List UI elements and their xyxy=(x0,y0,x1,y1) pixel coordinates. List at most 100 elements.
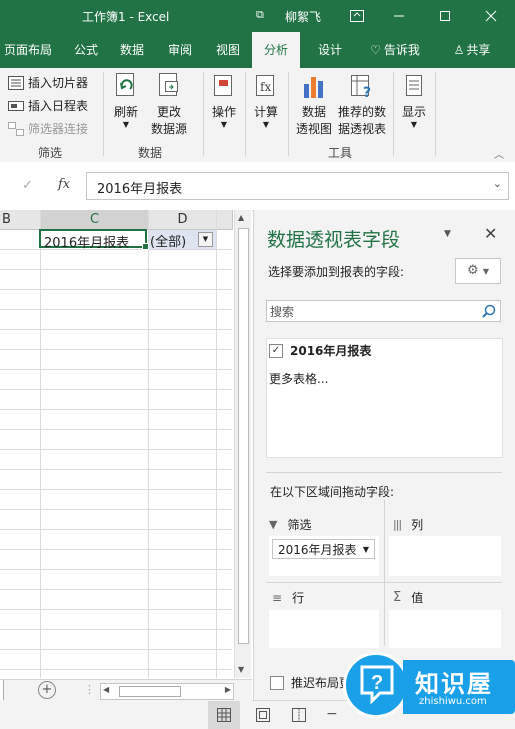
column-header-e[interactable] xyxy=(217,210,233,230)
change-data-source-button[interactable]: 更改 数据源 xyxy=(146,72,192,137)
worksheet[interactable]: B C D 2016年月报表 (全部) ▼ ▲ ▼ xyxy=(0,210,252,678)
cell-d1[interactable]: (全部) ▼ xyxy=(149,230,216,250)
pane-options-chevron-icon[interactable]: ▼ xyxy=(444,229,451,239)
insert-slicer-button[interactable]: 插入切片器 xyxy=(8,74,88,91)
pivotchart-label-2: 透视图 xyxy=(295,122,332,136)
cell-c1[interactable]: 2016年月报表 xyxy=(39,229,149,251)
title-bar: 工作簿1 - Excel ⧉ 柳絮飞 xyxy=(0,0,515,32)
rows-area-header: ≡ 行 xyxy=(272,589,304,606)
maximize-button[interactable] xyxy=(424,0,466,32)
tab-data[interactable]: 数据 xyxy=(112,32,152,68)
tab-review[interactable]: 审阅 xyxy=(158,32,202,68)
sheet-row[interactable] xyxy=(0,609,232,630)
sheet-row[interactable] xyxy=(0,269,232,290)
sheet-row[interactable] xyxy=(0,389,232,410)
tab-design[interactable]: 设计 xyxy=(308,32,352,68)
sheet-row[interactable] xyxy=(0,349,232,370)
sheet-row[interactable] xyxy=(0,489,232,510)
field-item[interactable]: ✓ 2016年月报表 xyxy=(269,342,371,359)
sheet-row[interactable] xyxy=(0,289,232,310)
zoom-out-icon[interactable]: − xyxy=(326,706,338,722)
columns-drop-zone[interactable] xyxy=(389,536,501,576)
filters-drop-zone[interactable]: 2016年月报表 ▼ xyxy=(269,536,379,576)
tools-gear-button[interactable]: ⚙ ▼ xyxy=(455,258,501,284)
pivotchart-button[interactable]: 数据 透视图 xyxy=(293,72,335,137)
sheet-tab[interactable] xyxy=(0,680,4,700)
sheet-row[interactable] xyxy=(0,369,232,390)
close-pane-icon[interactable]: ✕ xyxy=(484,224,497,243)
sheet-row[interactable] xyxy=(0,429,232,450)
tab-split-handle-icon[interactable]: ⋮ xyxy=(84,683,95,696)
sheet-row[interactable] xyxy=(0,449,232,470)
tools-group-label: 工具 xyxy=(328,146,353,160)
defer-checkbox[interactable] xyxy=(270,675,284,690)
column-header-b[interactable]: B xyxy=(0,210,41,230)
collapse-ribbon-icon[interactable]: ︿ xyxy=(494,146,504,161)
sheet-row[interactable] xyxy=(0,569,232,590)
column-header-c[interactable]: C xyxy=(41,210,149,230)
sheet-row[interactable] xyxy=(0,629,232,650)
rows-drop-zone[interactable] xyxy=(269,610,379,648)
horizontal-scrollbar[interactable]: ◀ ▶ xyxy=(100,683,234,700)
sheet-row[interactable] xyxy=(0,649,232,670)
more-tables-link[interactable]: 更多表格... xyxy=(269,370,328,387)
formula-input[interactable]: 2016年月报表 ⌄ xyxy=(86,172,509,200)
page-layout-view-icon[interactable] xyxy=(256,708,270,722)
minimize-button[interactable] xyxy=(378,0,420,32)
svg-text:?: ? xyxy=(363,85,371,100)
sheet-row[interactable] xyxy=(0,589,232,610)
field-search-input[interactable]: 搜索 xyxy=(266,300,501,322)
defer-layout-update[interactable]: 推迟布局更 xyxy=(270,674,351,691)
tell-me-box[interactable]: ♡ 告诉我 xyxy=(362,32,428,68)
scroll-down-icon[interactable]: ▼ xyxy=(238,665,244,674)
column-header-d[interactable]: D xyxy=(149,210,217,230)
scroll-right-icon[interactable]: ▶ xyxy=(225,685,231,694)
tab-formulas[interactable]: 公式 xyxy=(64,32,108,68)
tab-view[interactable]: 视图 xyxy=(206,32,250,68)
refresh-button[interactable]: 刷新 ▼ xyxy=(108,72,144,129)
ribbon-options-icon[interactable] xyxy=(336,0,378,32)
recommended-pivottables-button[interactable]: ? 推荐的数 据透视表 xyxy=(336,72,388,137)
field-list: ✓ 2016年月报表 更多表格... xyxy=(266,338,503,458)
filter-connections-button[interactable]: 筛选器连接 xyxy=(8,120,88,137)
fill-handle[interactable] xyxy=(142,243,149,250)
filter-connections-icon xyxy=(8,121,24,136)
values-drop-zone[interactable] xyxy=(389,610,501,648)
sheet-row[interactable] xyxy=(0,409,232,430)
sheet-tab-bar: + ⋮ ◀ ▶ xyxy=(0,679,252,702)
pane-divider xyxy=(384,500,385,646)
sheet-row[interactable] xyxy=(0,549,232,570)
sheet-row[interactable] xyxy=(0,469,232,490)
close-button[interactable] xyxy=(470,0,512,32)
show-button[interactable]: 显示 ▼ xyxy=(398,72,430,129)
expand-formula-icon[interactable]: ⌄ xyxy=(493,177,502,190)
scrollbar-thumb[interactable] xyxy=(238,228,249,644)
actions-button[interactable]: 操作 ▼ xyxy=(208,72,240,129)
sheet-row[interactable] xyxy=(0,529,232,550)
filter-dropdown-icon[interactable]: ▼ xyxy=(198,232,213,247)
page-break-view-icon[interactable] xyxy=(292,708,306,722)
sheet-row[interactable] xyxy=(0,309,232,330)
scrollbar-thumb[interactable] xyxy=(119,686,181,697)
scroll-up-icon[interactable]: ▲ xyxy=(238,213,244,222)
insert-function-icon[interactable]: fx xyxy=(58,177,70,192)
calculations-button[interactable]: fx 计算 ▼ xyxy=(250,72,282,129)
user-name[interactable]: 柳絮飞 xyxy=(285,8,321,25)
chevron-down-icon[interactable]: ▼ xyxy=(363,540,369,560)
add-sheet-icon[interactable]: + xyxy=(38,681,56,699)
normal-view-button[interactable] xyxy=(208,701,240,729)
ribbon-display-icon[interactable]: ⧉ xyxy=(256,8,264,22)
insert-timeline-button[interactable]: 插入日程表 xyxy=(8,97,88,114)
gridline xyxy=(40,210,41,678)
vertical-scrollbar[interactable]: ▲ ▼ xyxy=(234,210,251,678)
tab-page-layout[interactable]: 页面布局 xyxy=(0,32,56,68)
sheet-row[interactable] xyxy=(0,249,232,270)
sheet-row[interactable] xyxy=(0,329,232,350)
enter-check-icon[interactable]: ✓ xyxy=(22,178,33,193)
filter-field-chip[interactable]: 2016年月报表 ▼ xyxy=(272,539,375,559)
field-checkbox[interactable]: ✓ xyxy=(269,343,283,358)
tab-analyze[interactable]: 分析 xyxy=(252,32,300,68)
sheet-row[interactable] xyxy=(0,509,232,530)
share-button[interactable]: ♙ 共享 xyxy=(444,32,500,68)
scroll-left-icon[interactable]: ◀ xyxy=(103,685,109,694)
